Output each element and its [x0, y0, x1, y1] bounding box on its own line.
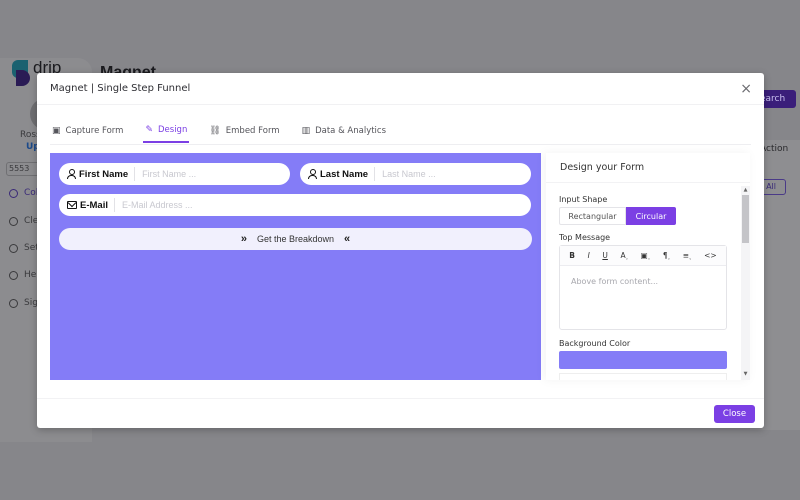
sidebar-item-clear[interactable]: Cle: [9, 216, 38, 226]
email-placeholder: E-Mail Address ...: [121, 200, 193, 210]
chevrons-right-icon: »: [240, 233, 247, 245]
close-button[interactable]: Close: [714, 405, 755, 423]
tab-label: Capture Form: [65, 126, 124, 136]
submit-label: Get the Breakdown: [256, 234, 335, 244]
sidebar-item-signout[interactable]: Sig: [9, 298, 38, 308]
link-icon: ⛓: [209, 126, 221, 136]
bell-icon: [9, 216, 18, 226]
design-panel: Design your Form Input Shape Rectangular…: [546, 153, 750, 380]
last-name-placeholder: Last Name ...: [382, 169, 436, 179]
shape-circular-button[interactable]: Circular: [626, 207, 676, 225]
modal-footer: Close: [37, 398, 764, 428]
action-header: Action: [760, 144, 789, 154]
collection-icon: [9, 188, 18, 198]
top-message-label: Top Message: [559, 233, 611, 242]
input-shape-label: Input Shape: [559, 195, 608, 204]
underline-icon[interactable]: U: [602, 251, 608, 260]
help-icon: [9, 270, 18, 280]
bold-icon[interactable]: B: [569, 251, 575, 260]
background-color-label: Background Color: [559, 339, 631, 348]
input-shape-toggle: Rectangular Circular: [559, 207, 741, 225]
font-color-icon[interactable]: A˯: [620, 251, 628, 260]
form-icon: ▣: [52, 126, 61, 136]
editor-toolbar: B I U A˯ ▣˯ ¶˯ ≡˯ <>: [560, 246, 726, 266]
background-color-swatch[interactable]: [559, 351, 727, 369]
close-icon[interactable]: ×: [740, 82, 752, 96]
chevrons-left-icon: «: [344, 233, 351, 245]
last-name-field[interactable]: Last Name Last Name ...: [300, 163, 531, 185]
first-name-label: First Name: [67, 167, 136, 181]
tab-label: Data & Analytics: [315, 126, 387, 136]
label-text: First Name: [79, 168, 129, 180]
color-picker-popover: [559, 373, 727, 380]
tab-label: Embed Form: [225, 126, 280, 136]
paragraph-icon[interactable]: ¶˯: [663, 251, 670, 260]
first-name-field[interactable]: First Name First Name ...: [59, 163, 290, 185]
design-body: Input Shape Rectangular Circular Top Mes…: [546, 183, 741, 380]
highlight-icon[interactable]: ▣˯: [641, 251, 651, 260]
sidebar-item-help[interactable]: Hel: [9, 270, 39, 280]
user-icon: [308, 169, 317, 179]
last-name-label: Last Name: [308, 167, 376, 181]
code-icon[interactable]: <>: [704, 251, 717, 260]
scrollbar-thumb[interactable]: [742, 195, 749, 243]
brush-icon: ✎: [145, 125, 153, 135]
tab-data-analytics[interactable]: ▥ Data & Analytics: [300, 119, 388, 143]
label-text: E-Mail: [80, 199, 108, 211]
modal-header: Magnet | Single Step Funnel ×: [37, 73, 764, 105]
email-field[interactable]: E-Mail E-Mail Address ...: [59, 194, 531, 216]
sidebar-item-collection[interactable]: Col: [9, 188, 38, 198]
top-message-editor[interactable]: B I U A˯ ▣˯ ¶˯ ≡˯ <> Above form content.…: [559, 245, 727, 330]
modal-title: Magnet | Single Step Funnel: [50, 83, 191, 94]
tab-design[interactable]: ✎ Design: [143, 119, 190, 143]
scroll-down-icon[interactable]: ▼: [742, 371, 749, 377]
signout-icon: [9, 298, 18, 308]
gear-icon: [9, 243, 18, 253]
sidebar-item-settings[interactable]: Set: [9, 243, 39, 253]
shape-rectangular-button[interactable]: Rectangular: [559, 207, 626, 225]
editor-placeholder: Above form content...: [571, 277, 659, 286]
email-label: E-Mail: [67, 198, 115, 212]
first-name-placeholder: First Name ...: [142, 169, 197, 179]
tab-capture-form[interactable]: ▣ Capture Form: [50, 119, 125, 143]
label-text: Last Name: [320, 168, 369, 180]
logo-shape: [16, 70, 30, 86]
design-heading: Design your Form: [546, 153, 750, 183]
mail-icon: [67, 201, 77, 209]
chart-icon: ▥: [301, 126, 311, 136]
scroll-up-icon[interactable]: ▲: [742, 187, 749, 193]
user-icon: [67, 169, 76, 179]
tab-bar: ▣ Capture Form ✎ Design ⛓ Embed Form ▥ Data …: [50, 119, 751, 145]
submit-button[interactable]: » Get the Breakdown «: [59, 228, 532, 250]
form-preview: First Name First Name ... Last Name Last…: [50, 153, 541, 380]
align-icon[interactable]: ≡˯: [683, 251, 692, 260]
modal-dialog: Magnet | Single Step Funnel × ▣ Capture F…: [37, 73, 764, 428]
sidebar-item-label: Sig: [24, 298, 38, 308]
tab-embed-form[interactable]: ⛓ Embed Form: [207, 119, 281, 143]
tab-label: Design: [157, 125, 188, 135]
italic-icon[interactable]: I: [588, 251, 590, 260]
